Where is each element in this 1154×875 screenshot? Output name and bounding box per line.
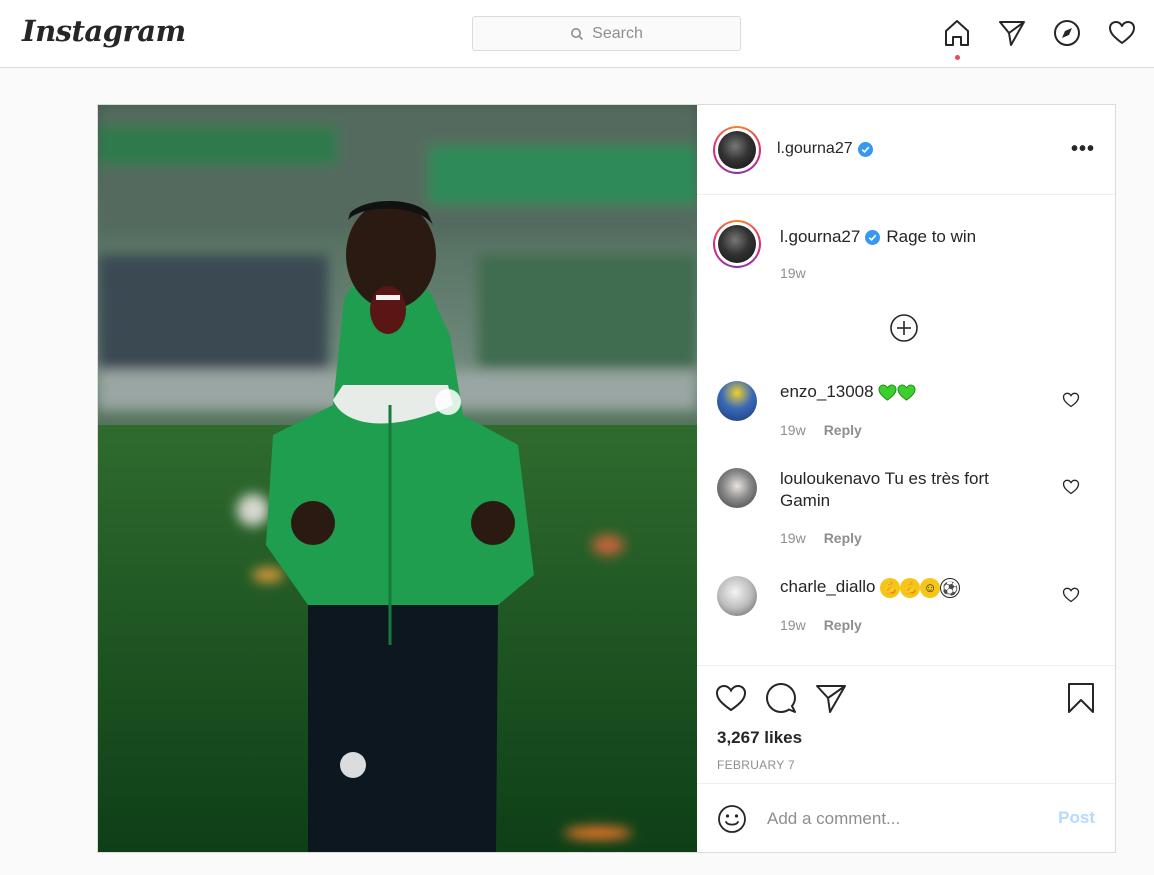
verified-badge-icon	[865, 229, 881, 245]
notification-dot	[955, 55, 960, 60]
search-placeholder: Search	[592, 24, 643, 42]
comment-avatar[interactable]	[717, 468, 757, 508]
flexed-biceps-icon: 💪	[900, 577, 921, 598]
caption-username[interactable]: l.gourna27	[780, 227, 860, 247]
comment-time[interactable]: 19w	[780, 617, 806, 633]
explore-icon[interactable]	[1052, 18, 1082, 48]
search-box[interactable]: Search	[472, 16, 741, 51]
home-icon[interactable]	[942, 18, 972, 48]
green-heart-icon	[878, 384, 897, 401]
comment-item: louloukenavo Tu es très fort Gamin	[780, 468, 1040, 512]
emoji-picker-icon[interactable]	[717, 804, 747, 834]
likes-count[interactable]: 3,267 likes	[717, 728, 802, 748]
caption: l.gourna27 Rage to win	[780, 227, 976, 247]
post-photo[interactable]	[98, 105, 697, 852]
comment-username[interactable]: charle_diallo	[780, 577, 875, 596]
author-username[interactable]: l.gourna27	[777, 140, 873, 158]
post-card: l.gourna27 ••• l.gourna27 Rage to win 19…	[97, 104, 1116, 853]
direct-icon[interactable]	[997, 18, 1027, 48]
comment-meta: 19w Reply	[780, 422, 862, 438]
comment-avatar[interactable]	[717, 381, 757, 421]
activity-icon[interactable]	[1107, 18, 1137, 48]
like-comment-icon[interactable]	[1062, 586, 1080, 604]
flexed-biceps-icon: 💪	[880, 577, 901, 598]
load-more-comments-icon[interactable]	[889, 313, 919, 343]
instagram-logo[interactable]: Instagram	[22, 14, 186, 48]
green-heart-icon	[897, 384, 916, 401]
bookmark-icon[interactable]	[1065, 682, 1097, 714]
share-icon[interactable]	[815, 682, 847, 714]
caption-avatar[interactable]	[713, 220, 761, 268]
comment-username[interactable]: enzo_13008	[780, 382, 874, 401]
reply-button[interactable]: Reply	[824, 530, 862, 546]
top-nav-bar: Instagram Search	[0, 0, 1154, 68]
caption-text: Rage to win	[886, 227, 977, 246]
comment-input[interactable]	[767, 804, 1047, 834]
smiling-face-with-halo-icon: ☺	[920, 577, 941, 598]
author-avatar[interactable]	[713, 126, 761, 174]
comment-icon[interactable]	[765, 682, 797, 714]
like-comment-icon[interactable]	[1062, 478, 1080, 496]
like-icon[interactable]	[715, 682, 747, 714]
comment-meta: 19w Reply	[780, 530, 862, 546]
author-username-text[interactable]: l.gourna27	[777, 140, 853, 158]
post-date[interactable]: FEBRUARY 7	[717, 758, 795, 772]
post-comment-button[interactable]: Post	[1058, 808, 1095, 828]
post-header: l.gourna27 •••	[697, 105, 1115, 195]
comment-avatar[interactable]	[717, 576, 757, 616]
more-options-icon[interactable]: •••	[1071, 138, 1095, 161]
like-comment-icon[interactable]	[1062, 391, 1080, 409]
search-icon	[571, 27, 584, 40]
reply-button[interactable]: Reply	[824, 422, 862, 438]
comment-username[interactable]: louloukenavo	[780, 469, 880, 488]
caption-time[interactable]: 19w	[780, 265, 806, 281]
verified-badge-icon	[857, 141, 873, 157]
reply-button[interactable]: Reply	[824, 617, 862, 633]
comment-item: enzo_13008	[780, 381, 1040, 403]
post-side-panel: l.gourna27 ••• l.gourna27 Rage to win 19…	[697, 105, 1115, 852]
comment-meta: 19w Reply	[780, 617, 862, 633]
add-comment-bar: Post	[697, 783, 1115, 852]
soccer-ball-icon: ⚽	[940, 577, 961, 598]
comment-time[interactable]: 19w	[780, 422, 806, 438]
comment-time[interactable]: 19w	[780, 530, 806, 546]
post-actions: 3,267 likes FEBRUARY 7	[697, 665, 1115, 783]
comment-item: charle_diallo 💪 💪 ☺ ⚽	[780, 576, 1040, 598]
